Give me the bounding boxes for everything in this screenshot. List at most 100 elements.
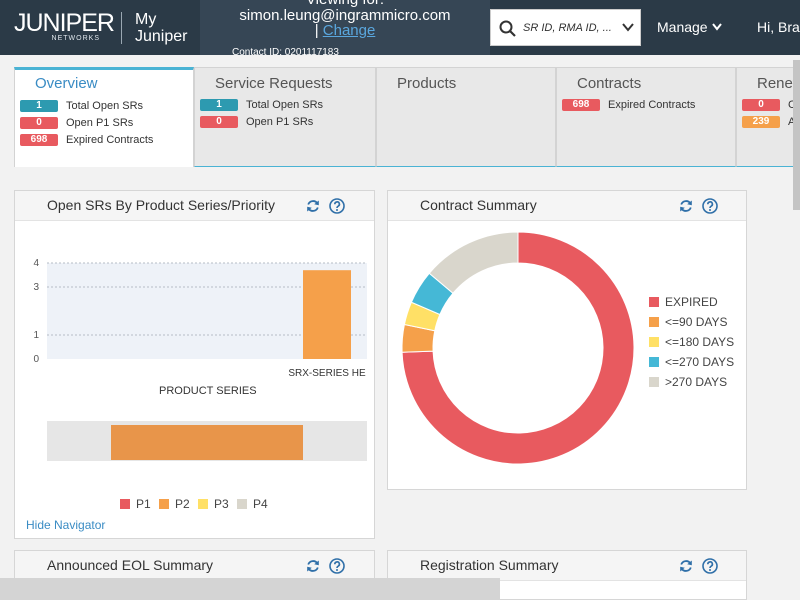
search-input[interactable] xyxy=(523,19,615,37)
panel-title: Contract Summary xyxy=(420,197,537,213)
viewing-for-panel: Viewing for: simon.leung@ingrammicro.com… xyxy=(200,0,490,55)
list-item: 698 Expired Contracts xyxy=(562,99,695,113)
tab-title: Service Requests xyxy=(215,75,333,92)
list-item: 1 Total Open SRs xyxy=(200,99,323,113)
contract-summary-panel: Contract Summary EXPIRED <=90 DAYS <=180 D… xyxy=(387,190,747,490)
legend-swatch xyxy=(120,499,130,509)
manage-label: Manage xyxy=(657,19,708,35)
legend-item[interactable]: P4 xyxy=(237,497,268,511)
count-badge: 698 xyxy=(562,99,600,112)
tab-title: Overview xyxy=(35,75,98,92)
top-header: JUNIPER NETWORKS My Juniper Viewing for:… xyxy=(0,0,800,55)
count-badge: 1 xyxy=(20,100,58,113)
row-label: Open P1 SRs xyxy=(246,116,314,128)
legend-label: <=180 DAYS xyxy=(665,335,735,349)
legend-swatch xyxy=(649,297,659,307)
hide-navigator-link[interactable]: Hide Navigator xyxy=(26,518,105,532)
my-juniper-title[interactable]: My Juniper xyxy=(135,11,187,45)
bar[interactable] xyxy=(303,270,351,359)
list-item: 698 Expired Contracts xyxy=(20,134,153,148)
list-item: 0 Open P1 SRs xyxy=(20,117,133,131)
tab-products[interactable]: Products xyxy=(376,67,556,167)
panel-header: Contract Summary xyxy=(388,191,746,221)
manage-menu[interactable]: Manage xyxy=(657,19,722,35)
y-tick-label: 0 xyxy=(33,354,39,365)
help-icon[interactable] xyxy=(329,198,345,214)
panel-title: Announced EOL Summary xyxy=(47,557,214,573)
navigator-selection[interactable] xyxy=(111,425,303,460)
change-link[interactable]: Change xyxy=(323,22,376,39)
juniper-logo[interactable]: JUNIPER NETWORKS xyxy=(14,11,115,43)
legend-swatch xyxy=(649,377,659,387)
list-item: 239 A xyxy=(742,116,795,130)
help-icon[interactable] xyxy=(702,558,718,574)
count-badge: 0 xyxy=(20,117,58,130)
legend-label: P2 xyxy=(175,497,190,511)
panel-header: Announced EOL Summary xyxy=(15,551,374,581)
tab-contracts[interactable]: Contracts 698 Expired Contracts xyxy=(556,67,736,167)
count-badge: 239 xyxy=(742,116,780,129)
row-label: Expired Contracts xyxy=(66,134,154,146)
tab-title: Contracts xyxy=(577,75,642,92)
legend-item[interactable]: <=180 DAYS xyxy=(649,335,734,349)
change-separator: | xyxy=(314,22,319,39)
legend-item[interactable]: P1 xyxy=(120,497,151,511)
count-badge: 1 xyxy=(200,99,238,112)
legend-item[interactable]: P2 xyxy=(159,497,190,511)
legend-swatch xyxy=(649,317,659,327)
legend-label: >270 DAYS xyxy=(665,375,728,389)
row-label: Expired Contracts xyxy=(608,99,696,111)
legend-item[interactable]: <=90 DAYS xyxy=(649,315,727,329)
tab-renew[interactable]: Renew 0C 239 A xyxy=(736,67,800,167)
pie-slice[interactable] xyxy=(428,231,519,294)
user-greeting[interactable]: Hi, Bra xyxy=(757,19,800,35)
row-label: Total Open SRs xyxy=(246,99,324,111)
help-icon[interactable] xyxy=(702,198,718,214)
refresh-icon[interactable] xyxy=(305,558,321,574)
refresh-icon[interactable] xyxy=(678,198,694,214)
legend-label: P4 xyxy=(253,497,268,511)
tab-overview[interactable]: Overview 1 Total Open SRs 0 Open P1 SRs 69… xyxy=(14,67,194,167)
legend-swatch xyxy=(649,337,659,347)
list-item: 0 Open P1 SRs xyxy=(200,116,313,130)
refresh-icon[interactable] xyxy=(678,558,694,574)
legend-item[interactable]: P3 xyxy=(198,497,229,511)
legend-swatch xyxy=(237,499,247,509)
x-tick-label: SRX-SERIES HE xyxy=(288,368,366,379)
y-tick-label: 4 xyxy=(33,258,39,269)
panel-header: Open SRs By Product Series/Priority xyxy=(15,191,374,221)
horizontal-scrollbar[interactable] xyxy=(0,578,500,600)
tab-service-requests[interactable]: Service Requests 1 Total Open SRs 0 Open P… xyxy=(194,67,376,167)
row-label: Total Open SRs xyxy=(66,100,144,112)
help-icon[interactable] xyxy=(329,558,345,574)
refresh-icon[interactable] xyxy=(305,198,321,214)
list-item: 1 Total Open SRs xyxy=(20,100,143,114)
legend-swatch xyxy=(198,499,208,509)
search-box[interactable] xyxy=(490,9,641,46)
open-srs-panel: Open SRs By Product Series/Priority 0 1 3 4… xyxy=(14,190,375,539)
tab-title: Products xyxy=(397,75,457,92)
count-badge: 698 xyxy=(20,134,58,147)
y-tick-label: 3 xyxy=(33,282,39,293)
legend-item[interactable]: >270 DAYS xyxy=(649,375,727,389)
count-badge: 0 xyxy=(200,116,238,129)
panel-title: Open SRs By Product Series/Priority xyxy=(47,197,275,213)
list-item: 0C xyxy=(742,99,796,113)
legend-label: EXPIRED xyxy=(665,295,718,309)
legend-swatch xyxy=(159,499,169,509)
contact-id: Contact ID: 0201117183 xyxy=(232,47,339,55)
donut-chart xyxy=(401,231,635,465)
chevron-down-icon[interactable] xyxy=(622,21,634,33)
row-label: Open P1 SRs xyxy=(66,117,134,129)
search-icon[interactable] xyxy=(499,20,516,37)
panel-header: Registration Summary xyxy=(388,551,746,581)
legend-label: P3 xyxy=(214,497,229,511)
chart-navigator[interactable] xyxy=(47,421,367,461)
y-tick-label: 1 xyxy=(33,330,39,341)
vertical-scrollbar[interactable] xyxy=(793,60,800,210)
legend-item[interactable]: EXPIRED xyxy=(649,295,718,309)
x-axis-title: PRODUCT SERIES xyxy=(159,385,257,397)
legend-item[interactable]: <=270 DAYS xyxy=(649,355,734,369)
chevron-down-icon xyxy=(711,23,722,31)
brand-sub-text: NETWORKS xyxy=(51,35,100,42)
